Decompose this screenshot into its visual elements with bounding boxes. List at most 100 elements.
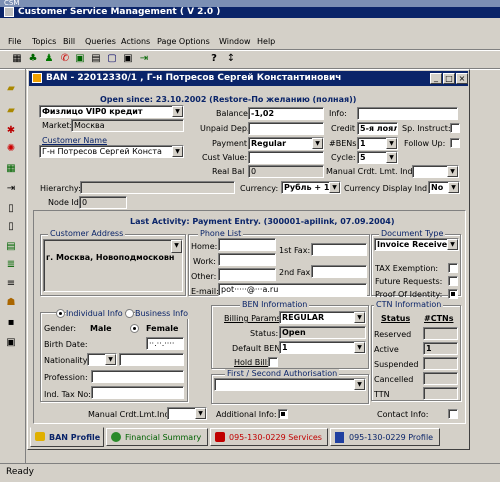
business-info-radio[interactable]	[125, 309, 134, 318]
tab-services-label: 095-130-0229 Services	[229, 433, 322, 442]
menu-topics[interactable]: Topics	[32, 36, 56, 47]
list-icon[interactable]: ≣	[4, 258, 18, 272]
menu-queries[interactable]: Queries	[85, 36, 116, 47]
chevron-down-icon[interactable]: ▼	[386, 152, 397, 163]
work-label: Work:	[193, 257, 216, 266]
table-icon[interactable]: ▦	[4, 162, 18, 176]
chevron-down-icon[interactable]: ▼	[312, 138, 323, 149]
bens-select[interactable]: 1 ▼	[357, 137, 398, 150]
page-icon[interactable]: ▯	[4, 202, 18, 216]
authorisation-select[interactable]: ▼	[214, 378, 366, 391]
profession-field[interactable]	[91, 370, 184, 383]
tab-ban-profile[interactable]: BAN Profile	[30, 427, 104, 447]
cycle-select[interactable]: 5 ▼	[357, 151, 398, 164]
chevron-down-icon[interactable]: ▼	[354, 312, 365, 323]
phone-icon[interactable]: ✆	[58, 52, 72, 66]
individual-info-radio[interactable]	[56, 309, 65, 318]
menu-actions[interactable]: Actions	[121, 36, 150, 47]
tax-exemption-checkbox[interactable]	[448, 263, 458, 273]
nationality-select[interactable]: ▼	[87, 353, 117, 366]
follow-up-checkbox[interactable]	[450, 138, 460, 148]
home-phone-field[interactable]	[218, 238, 276, 251]
hold-bill-checkbox[interactable]	[268, 357, 278, 367]
page2-icon[interactable]: ▯	[4, 220, 18, 234]
menu-bill[interactable]: Bill	[63, 36, 75, 47]
monitor-side-icon[interactable]: ▣	[4, 336, 18, 350]
info-field[interactable]	[357, 107, 458, 120]
currency-select[interactable]: Рубль + 1 ▼	[281, 181, 341, 194]
tab-financial-summary[interactable]: Financial Summary	[106, 428, 208, 446]
manual-crdt-lmt-select[interactable]: ▼	[167, 407, 207, 420]
chevron-down-icon[interactable]: ▼	[354, 342, 365, 353]
chevron-down-icon[interactable]: ▼	[386, 138, 397, 149]
calculator-icon[interactable]: ▣	[73, 52, 87, 66]
customer-name-select[interactable]: Г-н Потресов Сергей Конста ▼	[39, 145, 184, 158]
info-icon[interactable]: ↕	[224, 52, 238, 66]
chevron-down-icon[interactable]: ▼	[447, 239, 458, 250]
email-field[interactable]: pot·····@···a.ru	[218, 283, 367, 296]
exit-icon[interactable]: ⇥	[137, 52, 151, 66]
menu-window[interactable]: Window	[219, 36, 251, 47]
birth-date-field[interactable]: ··.··.····	[146, 337, 184, 350]
chevron-down-icon[interactable]: ▼	[171, 240, 182, 253]
future-requests-checkbox[interactable]	[448, 276, 458, 286]
close-button[interactable]: ×	[456, 73, 468, 84]
customer-type-select[interactable]: Физлицо VIP0 кредит ▼	[39, 105, 184, 118]
menu-help[interactable]: Help	[257, 36, 275, 47]
customer-address-field[interactable]: г. Москва, Новоподмосковн ▼	[43, 239, 183, 292]
chevron-down-icon[interactable]: ▼	[195, 408, 206, 419]
manual-crdt-select[interactable]: ▼	[412, 165, 459, 178]
menu-file[interactable]: File	[8, 36, 21, 47]
other-phone-field[interactable]	[218, 268, 276, 281]
nationality-extra-field[interactable]	[119, 353, 184, 366]
chevron-down-icon[interactable]: ▼	[329, 182, 340, 193]
computer-icon[interactable]: ▣	[121, 52, 135, 66]
hat-icon[interactable]: ☗	[4, 296, 18, 310]
chevron-down-icon[interactable]: ▼	[354, 379, 365, 390]
status-text: Ready	[6, 467, 34, 477]
additional-info-checkbox[interactable]	[278, 409, 288, 419]
maximize-button[interactable]: □	[443, 73, 455, 84]
star-icon[interactable]: ✺	[4, 142, 18, 156]
car-icon	[35, 432, 45, 441]
document-type-select[interactable]: Invoice Receiver ▼	[374, 238, 459, 251]
chevron-down-icon[interactable]: ▼	[172, 146, 183, 157]
folder-icon[interactable]: ▰	[4, 104, 18, 118]
chevron-down-icon[interactable]: ▼	[447, 166, 458, 177]
tab-profile[interactable]: 095-130-0229 Profile	[330, 428, 440, 446]
folder-open-icon[interactable]: ▰	[4, 82, 18, 96]
currency-label: Currency:	[240, 184, 279, 193]
grid-icon[interactable]: ▦	[10, 52, 24, 66]
minimize-button[interactable]: _	[430, 73, 442, 84]
unpaid-label: Unpaid Dep.:	[200, 124, 253, 133]
notes-icon[interactable]: ▤	[4, 240, 18, 254]
monitor-icon[interactable]: ▢	[105, 52, 119, 66]
payment-select[interactable]: Regular ▼	[248, 137, 324, 150]
sp-instruct-checkbox[interactable]	[450, 123, 460, 133]
female-radio[interactable]	[130, 324, 139, 333]
tree-icon[interactable]: ♣	[26, 52, 40, 66]
ind-tax-field[interactable]	[91, 386, 184, 399]
default-ben-select[interactable]: 1 ▼	[279, 341, 366, 354]
tools-icon[interactable]: ✱	[4, 124, 18, 138]
disk-icon[interactable]: ▪	[4, 316, 18, 330]
currency-display-select[interactable]: No ▼	[428, 181, 460, 194]
ctn-count-header: #CTNs	[424, 314, 454, 323]
work-phone-field[interactable]	[218, 253, 276, 266]
lines-icon[interactable]: ≡	[4, 277, 18, 291]
billing-params-select[interactable]: REGULAR ▼	[279, 311, 366, 324]
chevron-down-icon[interactable]: ▼	[105, 354, 116, 365]
chevron-down-icon[interactable]: ▼	[172, 106, 183, 117]
help-icon[interactable]: ?	[207, 52, 221, 66]
tab-services[interactable]: 095-130-0229 Services	[210, 428, 328, 446]
people-icon[interactable]: ♟	[42, 52, 56, 66]
fax2-field[interactable]	[311, 265, 367, 278]
fax1-field[interactable]	[311, 243, 367, 256]
contact-info-checkbox[interactable]	[448, 409, 458, 419]
chevron-down-icon[interactable]: ▼	[448, 182, 459, 193]
document-icon[interactable]: ▤	[89, 52, 103, 66]
proof-identity-checkbox[interactable]	[448, 289, 458, 299]
door-icon[interactable]: ⇥	[4, 182, 18, 196]
menu-page-options[interactable]: Page Options	[157, 36, 210, 47]
default-ben-label: Default BEN	[232, 344, 281, 353]
